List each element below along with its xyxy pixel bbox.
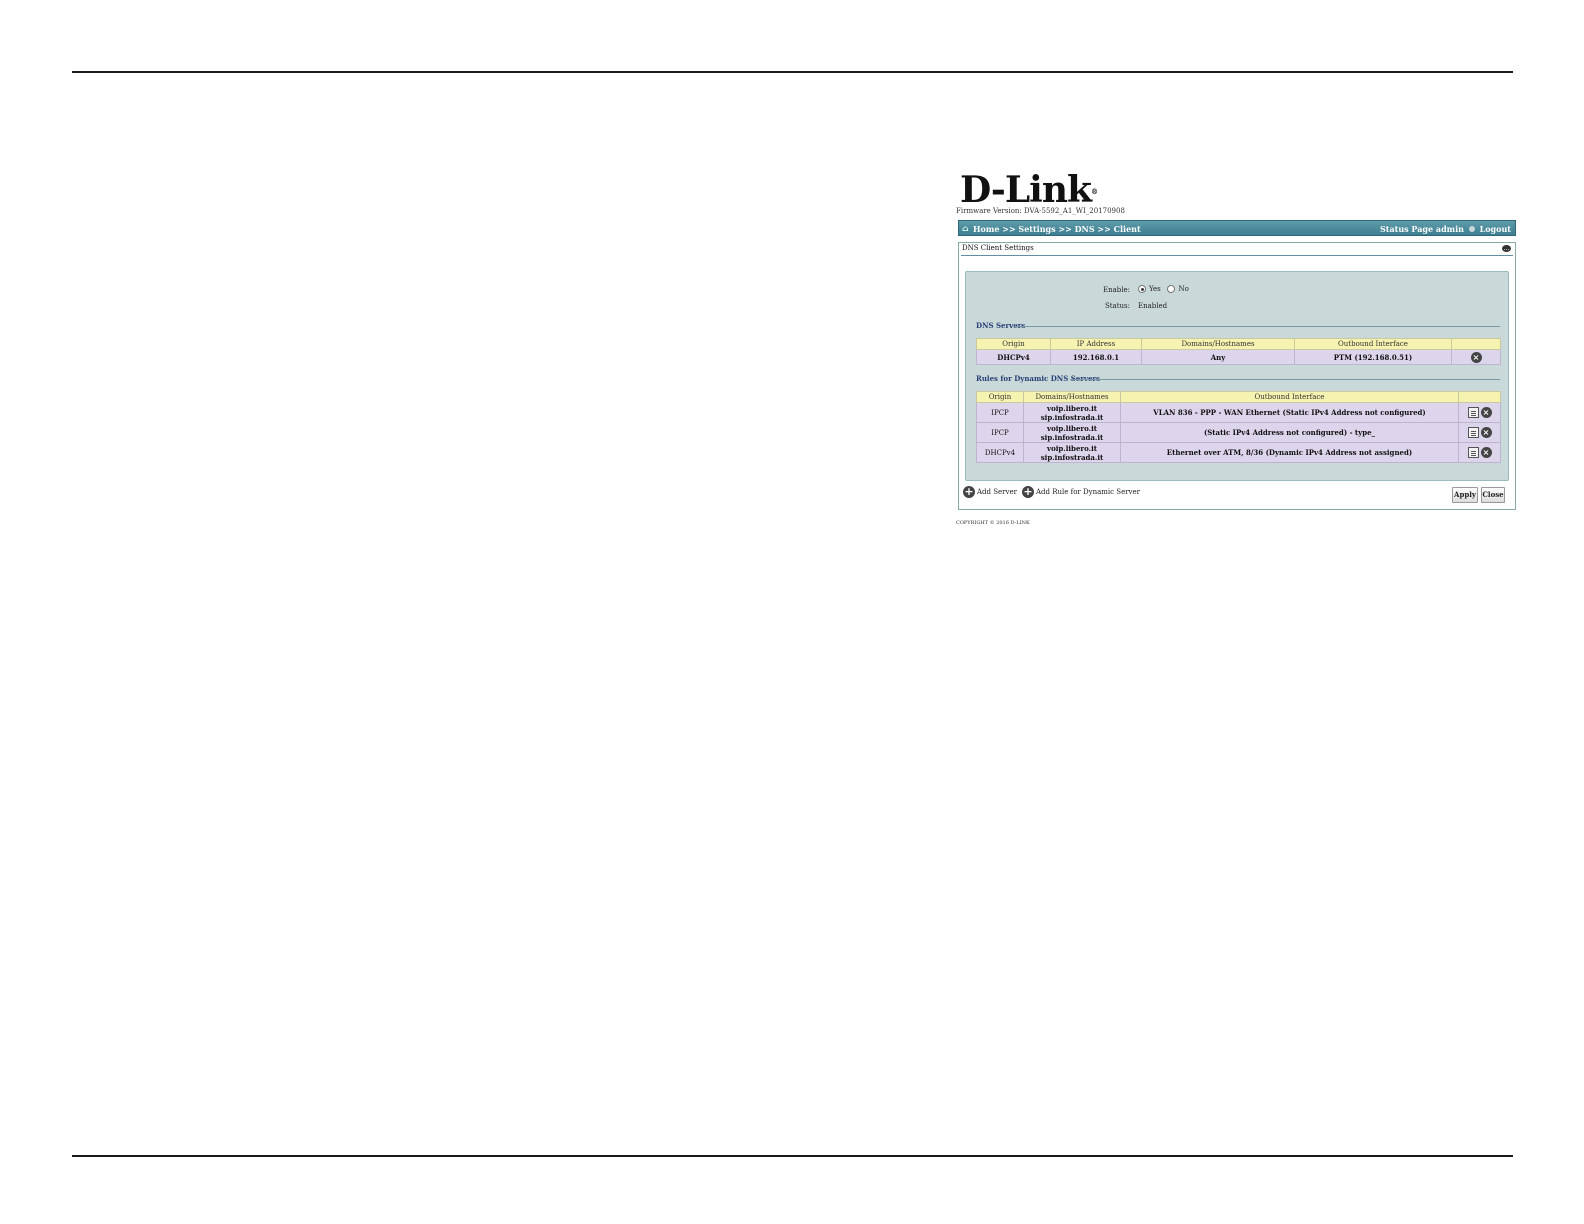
page-bottom-rule [72, 1155, 1513, 1157]
status-label: Status: [1104, 302, 1130, 310]
dns-client-panel: DNS Client Settings … Enable: Yes No Sta… [958, 242, 1516, 510]
cell-actions: × [1451, 349, 1501, 365]
column-header-actions [1458, 391, 1501, 403]
cell-actions: × [1458, 442, 1501, 463]
help-icon[interactable]: … [1502, 245, 1511, 252]
cell-origin: IPCP [976, 422, 1024, 443]
top-navbar: ⌂ Home >> Settings >> DNS >> Client Stat… [958, 220, 1516, 236]
enable-label: Enable: [1102, 286, 1130, 294]
settings-area: Enable: Yes No Status: Enabled DNS Serve… [965, 271, 1509, 481]
cell-origin: DHCPv4 [976, 349, 1051, 365]
enable-no-label: No [1178, 285, 1189, 293]
copyright-text: COPYRIGHT © 2016 D-LINK [956, 520, 1030, 526]
column-header: IP Address [1050, 338, 1142, 350]
table-row: IPCP voip.libero.it sip.infostrada.it (St… [976, 422, 1501, 443]
dlink-logo: D-Link® [960, 169, 1098, 211]
dynamic-rules-header-row: Origin Domains/Hostnames Outbound Interf… [976, 391, 1501, 403]
cell-domains: voip.libero.it sip.infostrada.it [1023, 442, 1121, 463]
plus-circle-icon[interactable]: + [1022, 486, 1034, 498]
table-row: IPCP voip.libero.it sip.infostrada.it VLA… [976, 402, 1501, 423]
column-header: Outbound Interface [1294, 338, 1452, 350]
dynamic-rules-table: Origin Domains/Hostnames Outbound Interf… [976, 391, 1501, 463]
enable-no-radio[interactable] [1167, 285, 1176, 293]
edit-icon[interactable] [1467, 447, 1479, 458]
domain-line: sip.infostrada.it [1040, 412, 1104, 422]
enable-yes-radio[interactable] [1138, 285, 1146, 293]
breadcrumb[interactable]: Home >> Settings >> DNS >> Client [973, 224, 1141, 234]
status-page-link[interactable]: Status Page [1380, 224, 1433, 234]
cell-origin: IPCP [976, 402, 1024, 423]
domain-line: sip.infostrada.it [1040, 432, 1104, 442]
home-icon[interactable]: ⌂ [962, 224, 970, 232]
column-header: Domains/Hostnames [1023, 391, 1121, 403]
add-rule-link[interactable]: + Add Rule for Dynamic Server [1022, 486, 1140, 498]
navbar-right: Status Page admin Logout [1380, 224, 1511, 234]
cell-actions: × [1458, 402, 1501, 423]
router-ui-screenshot: D-Link® Firmware Version: DVA-5592_A1_WI… [956, 170, 1518, 540]
column-header-actions [1451, 338, 1501, 350]
table-row: DHCPv4 192.168.0.1 Any PTM (192.168.0.51… [976, 349, 1501, 365]
cell-origin: DHCPv4 [976, 442, 1024, 463]
enable-options: Yes No [1138, 285, 1189, 293]
cell-ip: 192.168.0.1 [1050, 349, 1142, 365]
column-header: Outbound Interface [1120, 391, 1459, 403]
dynamic-rules-divider [1070, 379, 1500, 380]
delete-icon[interactable]: × [1480, 447, 1492, 458]
status-value: Enabled [1138, 302, 1168, 310]
domain-line: voip.libero.it [1047, 403, 1097, 413]
dns-servers-divider [1012, 326, 1500, 327]
domain-line: sip.infostrada.it [1040, 452, 1104, 462]
plus-circle-icon[interactable]: + [963, 486, 975, 498]
cell-interface: (Static IPv4 Address not configured) - t… [1120, 422, 1459, 443]
cell-interface: VLAN 836 - PPP - WAN Ethernet (Static IP… [1120, 402, 1459, 423]
edit-icon[interactable] [1467, 427, 1479, 438]
username: admin [1435, 224, 1464, 234]
delete-icon[interactable]: × [1480, 427, 1492, 438]
domain-line: voip.libero.it [1047, 423, 1097, 433]
page-top-rule [72, 71, 1513, 73]
domain-line: voip.libero.it [1047, 443, 1097, 453]
table-row: DHCPv4 voip.libero.it sip.infostrada.it E… [976, 442, 1501, 463]
column-header: Origin [976, 338, 1051, 350]
delete-icon[interactable]: × [1470, 351, 1482, 363]
logout-icon[interactable] [1468, 226, 1475, 232]
enable-yes-label: Yes [1149, 285, 1161, 293]
column-header: Domains/Hostnames [1141, 338, 1295, 350]
panel-title: DNS Client Settings [962, 244, 1034, 252]
cell-interface: PTM (192.168.0.51) [1294, 349, 1452, 365]
dns-servers-header-row: Origin IP Address Domains/Hostnames Outb… [976, 338, 1501, 350]
edit-icon[interactable] [1467, 407, 1479, 418]
column-header: Origin [976, 391, 1024, 403]
add-rule-label: Add Rule for Dynamic Server [1036, 488, 1141, 496]
cell-domains: Any [1141, 349, 1295, 365]
cell-actions: × [1458, 422, 1501, 443]
panel-title-divider [961, 255, 1513, 256]
logout-link[interactable]: Logout [1480, 224, 1511, 234]
cell-interface: Ethernet over ATM, 8/36 (Dynamic IPv4 Ad… [1120, 442, 1459, 463]
dns-servers-table: Origin IP Address Domains/Hostnames Outb… [976, 338, 1501, 365]
add-server-link[interactable]: + Add Server [963, 486, 1017, 498]
add-server-label: Add Server [977, 488, 1017, 496]
apply-button[interactable]: Apply [1452, 487, 1478, 503]
firmware-version: Firmware Version: DVA-5592_A1_WI_2017090… [956, 207, 1125, 215]
delete-icon[interactable]: × [1480, 407, 1492, 418]
cell-domains: voip.libero.it sip.infostrada.it [1023, 402, 1121, 423]
cell-domains: voip.libero.it sip.infostrada.it [1023, 422, 1121, 443]
close-button[interactable]: Close [1481, 487, 1505, 503]
